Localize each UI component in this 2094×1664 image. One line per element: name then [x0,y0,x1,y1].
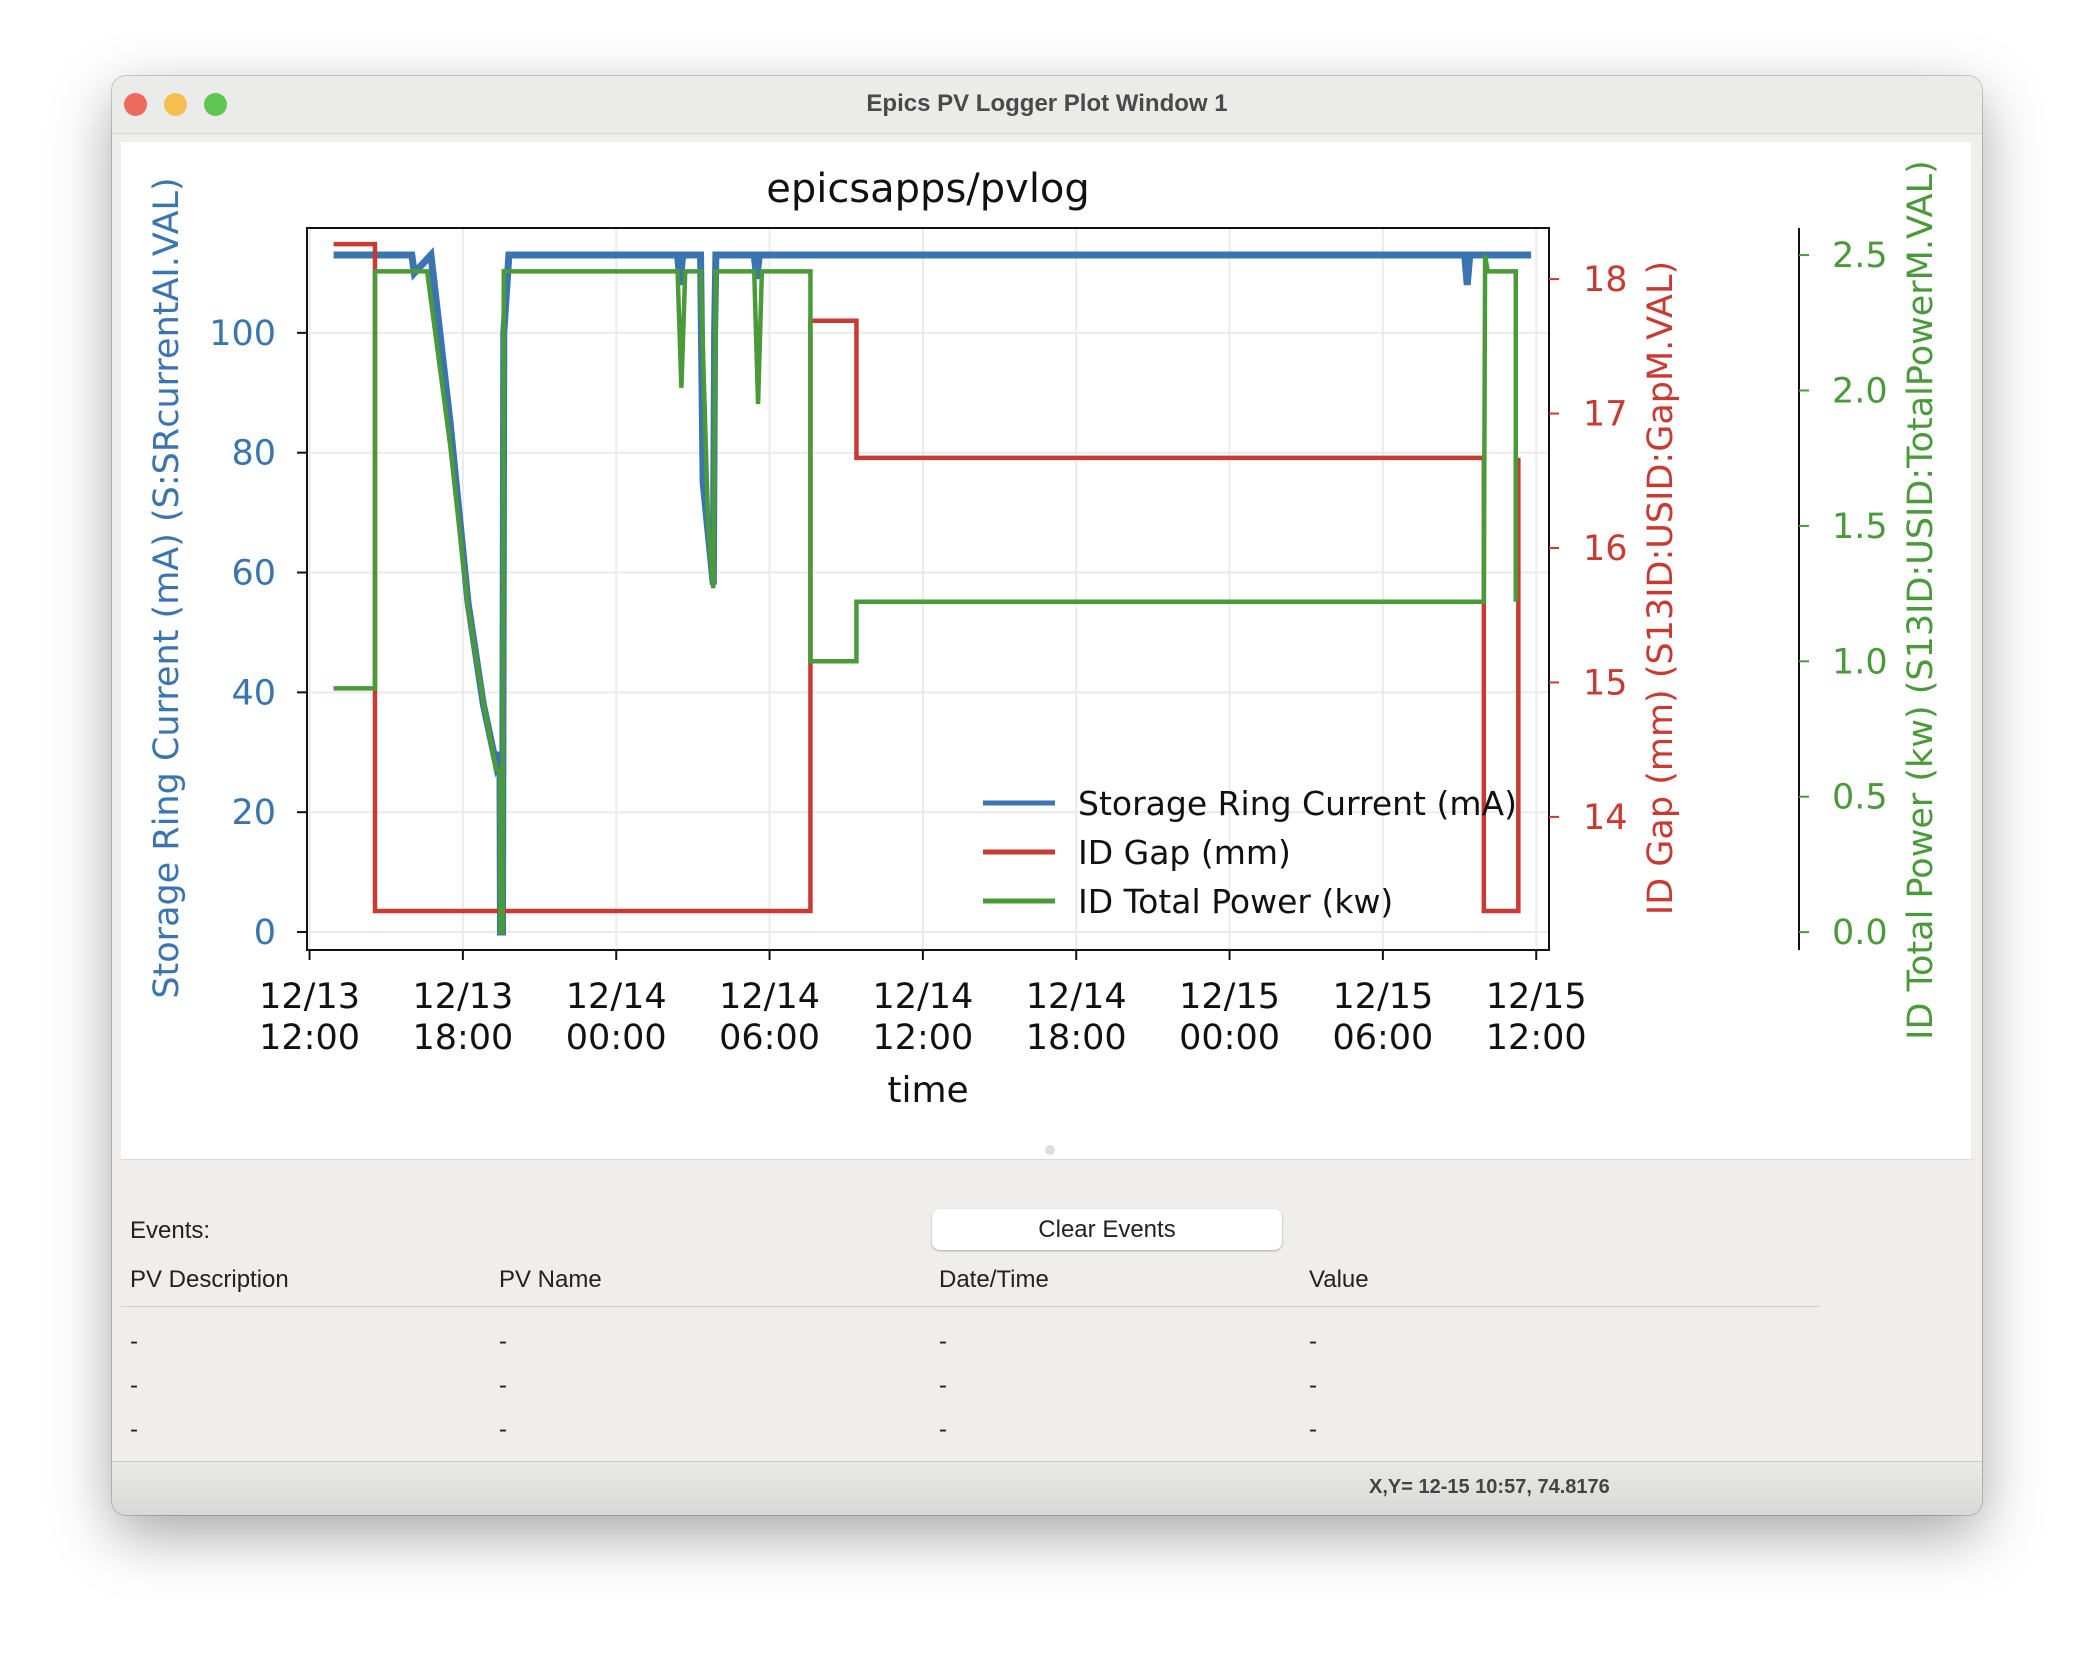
x-tick-label: 12/14 [719,977,820,1017]
x-tick-label: 12/15 [1179,977,1280,1017]
y-tick-label-power: 2.0 [1832,371,1888,411]
chart[interactable]: 12/1312:0012/1318:0012/1400:0012/1406:00… [0,0,2094,1664]
legend-entry: ID Total Power (kw) [1078,882,1393,921]
x-tick-label: 12/14 [566,977,667,1017]
x-tick-label: 12:00 [1486,1018,1587,1058]
x-tick-label: 12/15 [1486,977,1587,1017]
y-tick-label-power: 0.5 [1832,778,1888,818]
plot-frame [306,227,1550,951]
y-tick-label-gap: 15 [1583,663,1628,703]
y-tick-label-gap: 16 [1583,529,1628,569]
x-tick-label: 12/13 [259,977,360,1017]
x-tick-label: 18:00 [1026,1018,1127,1058]
x-axis-label: time [887,1070,968,1111]
x-tick-label: 12:00 [259,1018,360,1058]
y-tick-label-power: 2.5 [1832,236,1888,276]
series-line-0 [333,246,1532,936]
y-tick-label-left: 60 [231,554,276,594]
legend-entry: Storage Ring Current (mA) [1078,784,1517,823]
x-tick-label: 06:00 [719,1018,820,1058]
x-tick-label: 06:00 [1332,1018,1433,1058]
y-axis-label-gap: ID Gap (mm) (S13ID:USID:GapM.VAL) [1641,261,1681,915]
chart-title: epicsapps/pvlog [766,166,1090,212]
x-tick-label: 12/13 [412,977,513,1017]
y-tick-label-left: 0 [254,913,276,953]
y-tick-label-left: 40 [231,673,276,713]
y-tick-label-gap: 14 [1583,798,1628,838]
series-line-2 [333,254,1519,935]
y-tick-label-gap: 18 [1583,260,1628,300]
y-tick-label-left: 100 [209,314,276,354]
y-tick-label-power: 1.0 [1832,642,1888,682]
x-tick-label: 12/14 [872,977,973,1017]
y-axis-label-current: Storage Ring Current (mA) (S:SRcurrentAI… [147,177,187,998]
y-tick-label-gap: 17 [1583,395,1628,435]
x-tick-label: 00:00 [566,1018,667,1058]
x-tick-label: 00:00 [1179,1018,1280,1058]
x-tick-label: 12/15 [1332,977,1433,1017]
y-tick-label-power: 1.5 [1832,507,1888,547]
x-tick-label: 18:00 [412,1018,513,1058]
legend-entry: ID Gap (mm) [1078,833,1291,872]
y-axis-label-power: ID Total Power (kw) (S13ID:USID:TotalPow… [1901,160,1941,1040]
y-tick-label-power: 0.0 [1832,913,1888,953]
x-tick-label: 12/14 [1026,977,1127,1017]
y-tick-label-left: 20 [231,793,276,833]
x-tick-label: 12:00 [872,1018,973,1058]
y-tick-label-left: 80 [231,434,276,474]
